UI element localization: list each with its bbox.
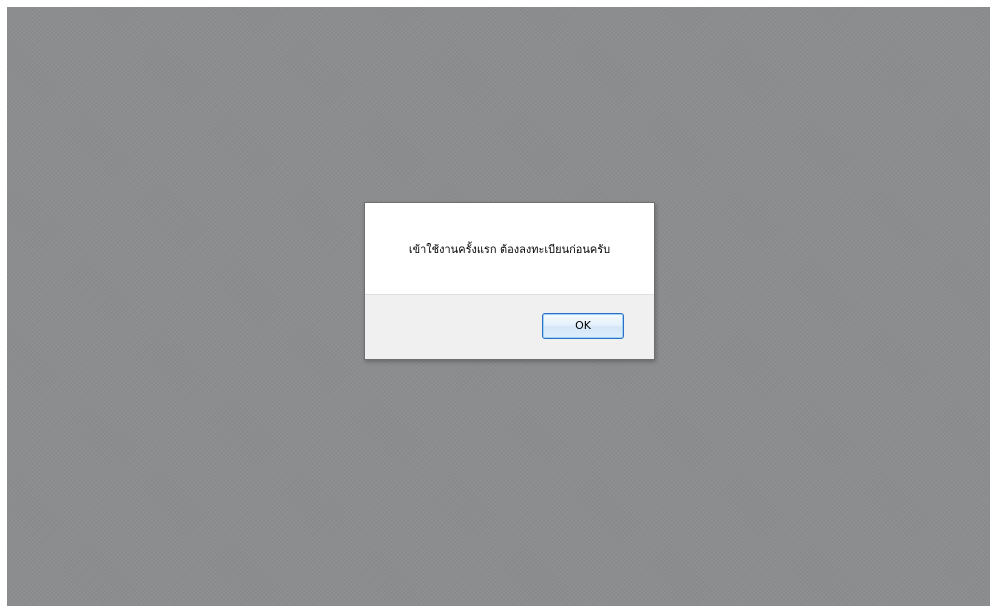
alert-dialog: เข้าใช้งานครั้งแรก ต้องลงทะเบียนก่อนครับ… — [364, 202, 655, 360]
ok-button[interactable]: OK — [542, 313, 624, 339]
modal-overlay: เข้าใช้งานครั้งแรก ต้องลงทะเบียนก่อนครับ… — [7, 7, 990, 606]
dialog-message: เข้าใช้งานครั้งแรก ต้องลงทะเบียนก่อนครับ — [408, 243, 611, 256]
dialog-message-area: เข้าใช้งานครั้งแรก ต้องลงทะเบียนก่อนครับ — [365, 203, 654, 295]
